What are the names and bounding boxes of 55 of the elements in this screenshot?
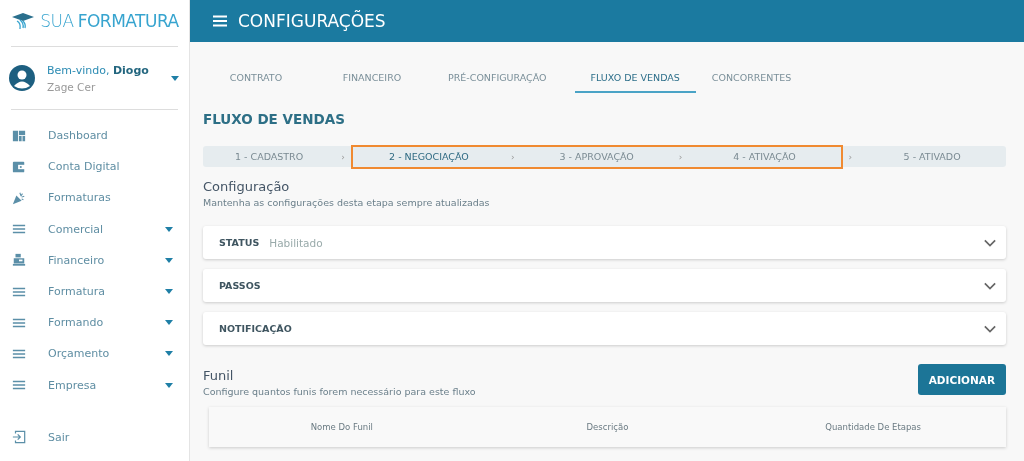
column-header: Quantidade De Etapas — [824, 422, 922, 432]
sidebar-item[interactable]: Formando — [48, 316, 143, 330]
panel-label: STATUS — [219, 237, 260, 248]
menu-icon[interactable] — [213, 15, 227, 27]
logout-link[interactable]: Sair — [48, 430, 173, 444]
section-title: FLUXO DE VENDAS — [203, 111, 346, 127]
sidebar-item[interactable]: Formaturas — [48, 191, 173, 205]
separator-icon: › — [335, 151, 351, 162]
panel-label: NOTIFICAÇÃO — [219, 323, 292, 334]
step-tab[interactable]: 1 - CADASTRO — [203, 146, 336, 167]
accordion-panel[interactable]: NOTIFICAÇÃO — [203, 312, 1006, 345]
section-description: Configure quantos funis forem necessário para este fluxo — [203, 386, 477, 397]
company-name: Zage Cer — [47, 80, 97, 93]
panel-label: PASSOS — [219, 280, 261, 291]
caret-icon — [171, 75, 179, 81]
panel-value: Habilitado — [269, 236, 324, 249]
column-header: Nome Do Funil — [309, 422, 374, 432]
wallet-icon — [12, 159, 26, 174]
sidebar-item[interactable]: Comercial — [48, 222, 143, 236]
tab[interactable]: CONTRATO — [216, 62, 296, 93]
step-tab[interactable]: 5 - ATIVADO — [858, 146, 1006, 167]
section-heading: Funil — [203, 368, 235, 383]
column-header: Descrição — [585, 422, 630, 432]
sidebar-item[interactable]: Financeiro — [48, 253, 143, 267]
step-tab[interactable]: 4 - ATIVAÇÃO — [688, 146, 841, 167]
add-button[interactable]: ADICIONAR — [917, 364, 1006, 395]
logout-icon — [12, 430, 26, 445]
chevron-down-icon — [984, 281, 996, 290]
separator-icon: › — [672, 151, 689, 162]
chevron-down-icon — [984, 238, 996, 247]
separator-icon: › — [505, 151, 521, 162]
accordion-panel[interactable]: STATUS Habilitado — [203, 226, 1006, 259]
section-heading: Configuração — [203, 179, 291, 194]
separator-icon: › — [842, 151, 859, 162]
sidebar-item[interactable]: Orçamento — [48, 347, 143, 361]
tab[interactable]: FLUXO DE VENDAS — [574, 62, 696, 93]
welcome-text: Bem-vindo, Diogo — [47, 63, 150, 77]
tab[interactable]: FINANCEIRO — [324, 62, 420, 93]
section-description: Mantenha as configurações desta etapa sempre atualizadas — [203, 197, 491, 208]
step-tab[interactable]: 2 - NEGOCIAÇÃO — [352, 146, 505, 167]
cash-register-icon — [12, 253, 26, 268]
tab[interactable]: CONCORRENTES — [711, 62, 792, 93]
sidebar-item[interactable]: Formatura — [48, 285, 143, 299]
sidebar-item[interactable]: Empresa — [48, 378, 143, 392]
step-tab[interactable]: 3 - APROVAÇÃO — [520, 146, 673, 167]
dashboard-icon — [12, 128, 26, 143]
tab[interactable]: PRÉ-CONFIGURAÇÃO — [448, 62, 547, 93]
logo-text: SUA FORMATURA — [40, 11, 179, 31]
sidebar-item[interactable]: Conta Digital — [48, 160, 173, 174]
sidebar-item[interactable]: Dashboard — [48, 129, 173, 143]
chevron-down-icon — [984, 324, 996, 333]
party-popper-icon — [12, 190, 26, 205]
avatar-icon — [9, 65, 35, 91]
accordion-panel[interactable]: PASSOS — [203, 269, 1006, 302]
page-title: CONFIGURAÇÕES — [238, 11, 386, 31]
